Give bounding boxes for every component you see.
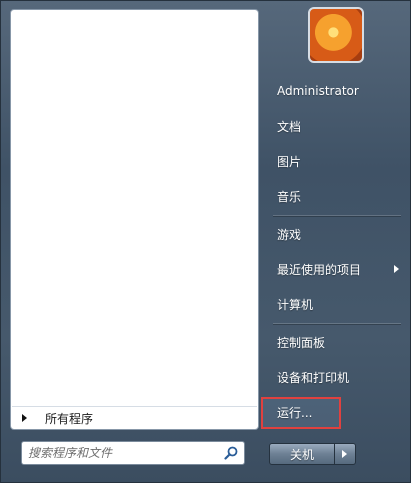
shutdown-control: 关机 [269, 443, 356, 465]
run-label: 运行... [277, 405, 313, 420]
shutdown-button[interactable]: 关机 [269, 443, 335, 465]
control-panel-label: 控制面板 [277, 335, 326, 350]
all-programs-label: 所有程序 [45, 411, 94, 426]
triangle-right-icon [22, 414, 27, 422]
computer-label: 计算机 [277, 297, 314, 312]
user-name-item[interactable]: Administrator [269, 76, 403, 106]
programs-pane: 所有程序 [10, 9, 259, 430]
separator [273, 215, 401, 216]
run-item[interactable]: 运行... [269, 397, 341, 427]
shutdown-label: 关机 [289, 447, 314, 462]
user-name-label: Administrator [277, 84, 359, 98]
shutdown-options-button[interactable] [335, 443, 356, 465]
chevron-right-icon [342, 450, 347, 458]
documents-label: 文档 [277, 119, 302, 134]
recent-items-label: 最近使用的项目 [277, 262, 362, 277]
music-item[interactable]: 音乐 [269, 181, 403, 211]
pictures-item[interactable]: 图片 [269, 146, 403, 176]
all-programs-item[interactable]: 所有程序 [12, 406, 257, 429]
separator [273, 323, 401, 324]
chevron-right-icon [394, 265, 399, 273]
pictures-label: 图片 [277, 154, 302, 169]
search-box[interactable] [21, 441, 245, 465]
user-avatar[interactable] [308, 7, 364, 63]
music-label: 音乐 [277, 189, 302, 204]
search-icon[interactable] [224, 446, 238, 460]
documents-item[interactable]: 文档 [269, 111, 403, 141]
search-input[interactable] [28, 446, 218, 460]
games-label: 游戏 [277, 227, 302, 242]
devices-printers-label: 设备和打印机 [277, 370, 350, 385]
start-menu: 所有程序 Administrator 文档 图片 音乐 游戏 最近使用的项目 [0, 0, 411, 483]
control-panel-item[interactable]: 控制面板 [269, 327, 403, 357]
games-item[interactable]: 游戏 [269, 219, 403, 249]
recent-items-item[interactable]: 最近使用的项目 [269, 254, 403, 284]
computer-item[interactable]: 计算机 [269, 289, 403, 319]
devices-printers-item[interactable]: 设备和打印机 [269, 362, 403, 392]
